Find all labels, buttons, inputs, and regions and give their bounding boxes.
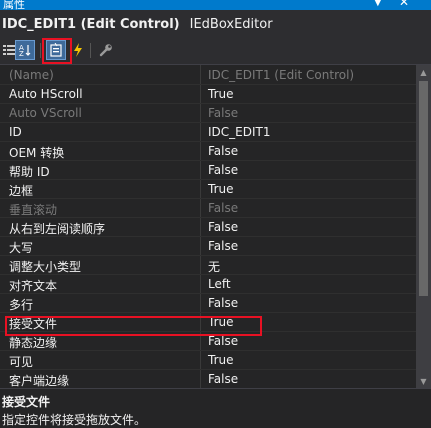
property-row[interactable]: (Name) IDC_EDIT1 (Edit Control) bbox=[0, 66, 416, 85]
annotation-highlight-button bbox=[42, 38, 72, 64]
scroll-down-icon[interactable]: ▼ bbox=[416, 374, 431, 388]
alphabetical-icon[interactable]: AZ bbox=[15, 40, 35, 60]
description-text: 指定控件将接受拖放文件。 bbox=[2, 413, 147, 427]
property-row[interactable]: 可见 True bbox=[0, 351, 416, 370]
object-selector[interactable]: IDC_EDIT1 (Edit Control) IEdBoxEditor bbox=[0, 10, 431, 38]
property-row[interactable]: 对齐文本 Left bbox=[0, 275, 416, 294]
property-value[interactable]: IDC_EDIT1 bbox=[208, 125, 270, 139]
property-name: ID bbox=[9, 125, 22, 139]
property-name: 可见 bbox=[9, 355, 34, 369]
property-value[interactable]: False bbox=[208, 144, 238, 158]
property-value[interactable]: True bbox=[208, 87, 234, 101]
property-value[interactable]: IDC_EDIT1 (Edit Control) bbox=[208, 68, 354, 82]
close-icon[interactable]: ✕ bbox=[399, 0, 409, 9]
property-value[interactable]: True bbox=[208, 353, 234, 367]
property-name: (Name) bbox=[9, 68, 54, 82]
property-name: 静态边缘 bbox=[9, 336, 58, 350]
property-row[interactable]: 多行 False bbox=[0, 294, 416, 313]
property-name: Auto HScroll bbox=[9, 87, 83, 101]
properties-toolbar: AZ bbox=[0, 38, 431, 65]
property-name: 边框 bbox=[9, 184, 34, 198]
title-bar: 属性 ▼ ✕ bbox=[0, 0, 431, 11]
property-name: 帮助 ID bbox=[9, 165, 50, 179]
pin-icon[interactable]: ▼ bbox=[374, 0, 382, 8]
description-panel: 接受文件 指定控件将接受拖放文件。 bbox=[0, 388, 431, 427]
property-row[interactable]: Auto HScroll True bbox=[0, 85, 416, 104]
property-grid: (Name) IDC_EDIT1 (Edit Control) Auto HScro… bbox=[0, 65, 416, 388]
property-name: 垂直滚动 bbox=[9, 203, 58, 217]
property-value[interactable]: False bbox=[208, 163, 238, 177]
property-name: 客户端边缘 bbox=[9, 374, 70, 388]
property-value[interactable]: False bbox=[208, 220, 238, 234]
property-value[interactable]: False bbox=[208, 201, 238, 215]
property-value[interactable]: False bbox=[208, 239, 238, 253]
property-name: 大写 bbox=[9, 241, 34, 255]
scroll-thumb[interactable] bbox=[419, 81, 428, 296]
property-row[interactable]: 帮助 ID False bbox=[0, 161, 416, 180]
property-value[interactable]: 无 bbox=[208, 258, 220, 275]
description-title: 接受文件 bbox=[2, 395, 51, 409]
property-row[interactable]: 垂直滚动 False bbox=[0, 199, 416, 218]
annotation-highlight-row bbox=[5, 316, 262, 336]
property-row[interactable]: 从右到左阅读顺序 False bbox=[0, 218, 416, 237]
property-row[interactable]: 大写 False bbox=[0, 237, 416, 256]
property-row[interactable]: Auto VScroll False bbox=[0, 104, 416, 123]
property-value[interactable]: True bbox=[208, 182, 234, 196]
property-value[interactable]: False bbox=[208, 296, 238, 310]
property-row[interactable]: 边框 True bbox=[0, 180, 416, 199]
vertical-scrollbar[interactable]: ▲ ▼ bbox=[416, 65, 431, 388]
property-name: Auto VScroll bbox=[9, 106, 82, 120]
property-value[interactable]: False bbox=[208, 334, 238, 348]
property-row[interactable]: OEM 转换 False bbox=[0, 142, 416, 161]
wrench-icon[interactable] bbox=[97, 41, 115, 59]
property-row[interactable]: ID IDC_EDIT1 bbox=[0, 123, 416, 142]
svg-text:Z: Z bbox=[19, 50, 24, 57]
property-row[interactable]: 调整大小类型 无 bbox=[0, 256, 416, 275]
property-name: OEM 转换 bbox=[9, 146, 65, 160]
property-value[interactable]: False bbox=[208, 106, 238, 120]
property-name: 对齐文本 bbox=[9, 279, 58, 293]
property-row[interactable]: 客户端边缘 False bbox=[0, 370, 416, 388]
property-value[interactable]: False bbox=[208, 372, 238, 386]
scroll-up-icon[interactable]: ▲ bbox=[416, 65, 431, 79]
property-name: 调整大小类型 bbox=[9, 260, 82, 274]
object-name: IDC_EDIT1 (Edit Control) bbox=[2, 16, 180, 32]
property-value[interactable]: Left bbox=[208, 277, 231, 291]
property-name: 多行 bbox=[9, 298, 34, 312]
object-type: IEdBoxEditor bbox=[189, 16, 273, 32]
property-name: 从右到左阅读顺序 bbox=[9, 222, 106, 236]
